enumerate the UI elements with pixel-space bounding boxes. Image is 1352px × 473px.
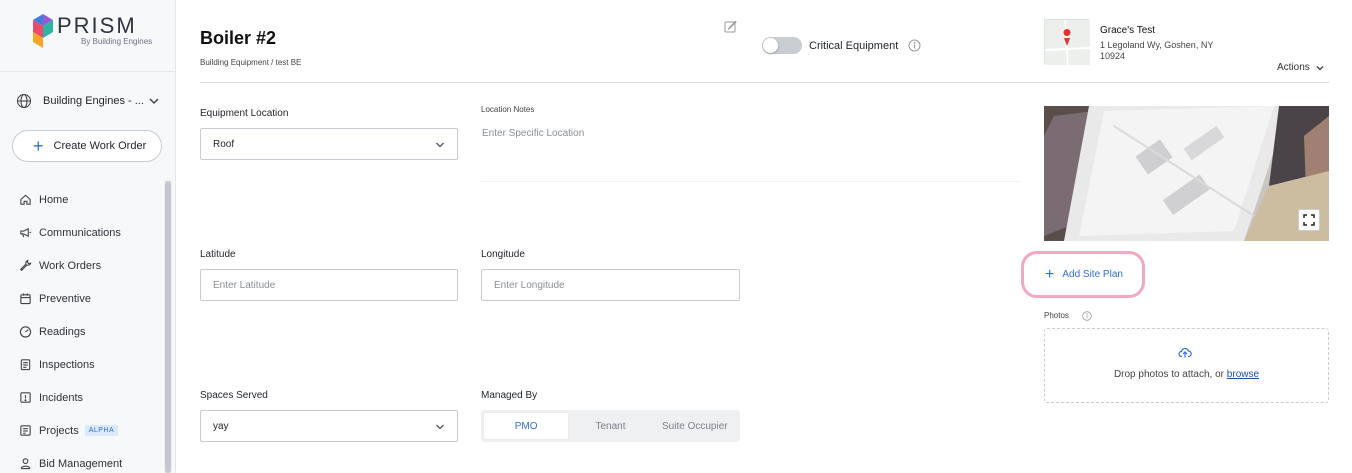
spaces-served-value: yay — [213, 420, 229, 432]
sidebar-item-label: Incidents — [39, 391, 84, 404]
latitude-placeholder: Enter Latitude — [213, 279, 276, 291]
create-work-order-button[interactable]: + Create Work Order — [12, 130, 162, 162]
sidebar-item-label: Home — [39, 193, 69, 206]
managed-by-option-tenant[interactable]: Tenant — [568, 413, 652, 439]
plus-icon: + — [33, 136, 44, 156]
managed-by-option-suite-occupier[interactable]: Suite Occupier — [653, 413, 737, 439]
longitude-label: Longitude — [481, 249, 525, 260]
photos-label: Photos — [1044, 311, 1069, 320]
latitude-label: Latitude — [200, 249, 236, 260]
location-notes-input[interactable]: Enter Specific Location — [482, 128, 584, 139]
sidebar: PRISM By Building Engines Building Engin… — [0, 0, 176, 473]
cloud-upload-icon — [1178, 347, 1192, 358]
browse-link[interactable]: browse — [1227, 369, 1259, 380]
address-line-2: 10924 — [1100, 51, 1126, 61]
sidebar-item-projects[interactable]: Projects ALPHA — [18, 414, 158, 447]
sidebar-item-label: Readings — [39, 325, 86, 338]
equipment-location-select[interactable]: Roof — [200, 128, 458, 160]
equipment-location-value: Roof — [213, 138, 235, 150]
managed-by-segmented-control: PMO Tenant Suite Occupier — [481, 410, 740, 442]
brand-tagline: By Building Engines — [81, 37, 153, 46]
add-site-plan-label: Add Site Plan — [1062, 269, 1123, 280]
info-icon[interactable] — [1082, 311, 1092, 321]
chevron-down-icon — [436, 424, 444, 430]
edit-icon[interactable] — [724, 20, 737, 33]
prism-logo-icon — [33, 14, 53, 48]
org-selector[interactable]: Building Engines - ... — [16, 93, 160, 109]
calendar-icon — [18, 292, 32, 306]
dropzone-text: Drop photos to attach, or browse — [1044, 369, 1329, 380]
actions-label: Actions — [1277, 62, 1310, 73]
app-window: PRISM By Building Engines Building Engin… — [0, 0, 1352, 473]
alert-icon — [18, 391, 32, 405]
sidebar-item-bid-management[interactable]: Bid Management — [18, 447, 158, 473]
chevron-down-icon — [149, 98, 159, 105]
toggle-knob — [763, 38, 778, 53]
chevron-down-icon — [436, 142, 444, 148]
sidebar-item-label: Inspections — [39, 358, 95, 371]
sidebar-item-readings[interactable]: Readings — [18, 315, 158, 348]
brand-name: PRISM — [57, 13, 137, 38]
sidebar-divider — [0, 71, 176, 72]
critical-equipment-label: Critical Equipment — [809, 40, 899, 52]
info-icon[interactable] — [908, 39, 921, 52]
dropzone-instructions: Drop photos to attach, or — [1113, 369, 1225, 380]
clipboard-icon — [18, 358, 32, 372]
breadcrumb[interactable]: Building Equipment / test BE — [200, 58, 301, 67]
address-line-1: 1 Legoland Wy, Goshen, NY — [1100, 40, 1214, 50]
sidebar-item-label: Work Orders — [39, 259, 102, 272]
projects-icon — [18, 424, 32, 438]
globe-icon — [16, 93, 32, 109]
equipment-location-label: Equipment Location — [200, 108, 289, 119]
photo-dropzone[interactable] — [1044, 328, 1329, 403]
prism-logo[interactable]: PRISM By Building Engines — [33, 14, 152, 48]
property-name: Grace's Test — [1100, 25, 1156, 36]
spaces-served-label: Spaces Served — [200, 390, 268, 401]
wrench-icon — [18, 259, 32, 273]
managed-by-label: Managed By — [481, 390, 538, 401]
plus-icon: + — [1045, 265, 1055, 283]
megaphone-icon — [18, 226, 32, 240]
spaces-served-select[interactable]: yay — [200, 410, 458, 442]
sidebar-item-preventive[interactable]: Preventive — [18, 282, 158, 315]
header-divider — [200, 82, 1329, 83]
managed-by-option-pmo[interactable]: PMO — [484, 413, 569, 439]
site-aerial-image[interactable] — [1044, 106, 1329, 241]
critical-equipment-toggle[interactable] — [762, 37, 802, 54]
sidebar-scrollbar-thumb[interactable] — [165, 181, 171, 473]
location-notes-label: Location Notes — [481, 105, 535, 114]
expand-image-button[interactable] — [1298, 209, 1320, 231]
sidebar-item-label: Communications — [39, 226, 121, 239]
sidebar-item-label: Bid Management — [39, 457, 123, 470]
home-icon — [18, 193, 32, 207]
longitude-placeholder: Enter Longitude — [494, 279, 565, 291]
sidebar-item-communications[interactable]: Communications — [18, 216, 158, 249]
org-name: Building Engines - ... — [43, 95, 144, 107]
latitude-input[interactable]: Enter Latitude — [200, 269, 458, 301]
sidebar-item-label: Projects — [39, 424, 79, 437]
chevron-down-icon — [1316, 65, 1324, 70]
sidebar-item-home[interactable]: Home — [18, 183, 158, 216]
property-map-thumbnail[interactable] — [1044, 19, 1091, 66]
gauge-icon — [18, 325, 32, 339]
longitude-input[interactable]: Enter Longitude — [481, 269, 740, 301]
sidebar-item-inspections[interactable]: Inspections — [18, 348, 158, 381]
fullscreen-icon — [1303, 214, 1315, 226]
property-address: 1 Legoland Wy, Goshen, NY 10924 — [1100, 40, 1230, 62]
location-notes-underline — [481, 181, 1021, 182]
sidebar-item-work-orders[interactable]: Work Orders — [18, 249, 158, 282]
page-title: Boiler #2 — [200, 28, 277, 48]
sidebar-item-label: Preventive — [39, 292, 91, 305]
add-site-plan-button[interactable]: + Add Site Plan — [1021, 251, 1145, 298]
actions-menu-button[interactable]: Actions — [1277, 62, 1325, 73]
sidebar-item-incidents[interactable]: Incidents — [18, 381, 158, 414]
sidebar-nav: Home Communications Work Orders Preventi… — [18, 183, 158, 473]
person-icon — [18, 457, 32, 471]
alpha-badge: ALPHA — [84, 425, 119, 436]
create-work-order-label: Create Work Order — [53, 140, 147, 152]
